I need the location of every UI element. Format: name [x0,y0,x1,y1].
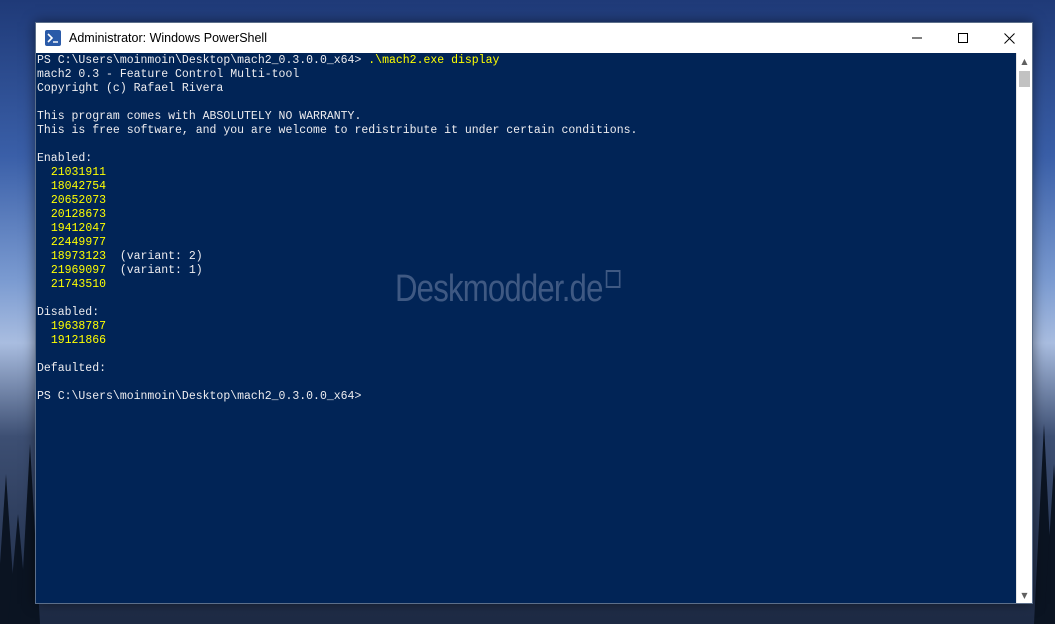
feature-id: 21743510 [50,278,107,291]
window-title: Administrator: Windows PowerShell [69,31,267,45]
header-lines: mach2 0.3 - Feature Control Multi-tool Co… [37,68,1016,152]
feature-id: 20652073 [50,194,107,207]
enabled-feature-row: 19412047 [37,222,1016,236]
enabled-feature-row: 20128673 [37,208,1016,222]
final-prompt: PS C:\Users\moinmoin\Desktop\mach2_0.3.0… [37,390,362,403]
header-line [37,138,1016,152]
feature-id: 18042754 [50,180,107,193]
powershell-icon[interactable] [45,30,61,46]
feature-variant: (variant: 2) [106,250,203,263]
command-line: PS C:\Users\moinmoin\Desktop\mach2_0.3.0… [37,54,1016,68]
disabled-list: 19638787 19121866 [37,320,1016,348]
scrollbar-thumb[interactable] [1019,71,1030,87]
powershell-window: Administrator: Windows PowerShell PS C:\… [35,22,1033,604]
feature-id: 19121866 [50,334,107,347]
enabled-feature-row: 18042754 [37,180,1016,194]
header-line: This is free software, and you are welco… [37,124,638,137]
header-line: This program comes with ABSOLUTELY NO WA… [37,110,362,123]
minimize-button[interactable] [894,23,940,53]
close-button[interactable] [986,23,1032,53]
pencil-icon [605,270,621,288]
watermark-text: Deskmodder.de [395,268,603,310]
disabled-feature-row: 19638787 [37,320,1016,334]
scroll-up-icon[interactable]: ▲ [1017,53,1032,69]
maximize-button[interactable] [940,23,986,53]
header-line: mach2 0.3 - Feature Control Multi-tool [37,68,300,81]
scroll-down-icon[interactable]: ▼ [1017,587,1032,603]
console-output[interactable]: PS C:\Users\moinmoin\Desktop\mach2_0.3.0… [36,53,1016,603]
vertical-scrollbar[interactable]: ▲ ▼ [1016,53,1032,603]
disabled-feature-row: 19121866 [37,334,1016,348]
tree-silhouette [1044,464,1055,624]
feature-id: 21969097 [50,264,107,277]
watermark: Deskmodder.de [395,268,621,311]
feature-id: 19638787 [50,320,107,333]
feature-id: 19412047 [50,222,107,235]
feature-id: 21031911 [50,166,107,179]
window-controls [894,23,1032,53]
enabled-feature-row: 21031911 [37,166,1016,180]
prompt: PS C:\Users\moinmoin\Desktop\mach2_0.3.0… [37,54,369,67]
maximize-icon [958,33,968,43]
minimize-icon [912,37,922,39]
feature-id: 20128673 [50,208,107,221]
feature-variant: (variant: 1) [106,264,203,277]
enabled-feature-row: 20652073 [37,194,1016,208]
header-line: Copyright (c) Rafael Rivera [37,82,224,95]
enabled-feature-row: 22449977 [37,236,1016,250]
close-icon [1003,32,1015,44]
enabled-label: Enabled: [37,152,93,165]
defaulted-label: Defaulted: [37,362,107,375]
feature-id: 22449977 [50,236,107,249]
feature-id: 18973123 [50,250,107,263]
command-text: .\mach2.exe display [368,54,500,67]
title-bar[interactable]: Administrator: Windows PowerShell [36,23,1032,53]
enabled-feature-row: 18973123 (variant: 2) [37,250,1016,264]
header-line [37,96,1016,110]
